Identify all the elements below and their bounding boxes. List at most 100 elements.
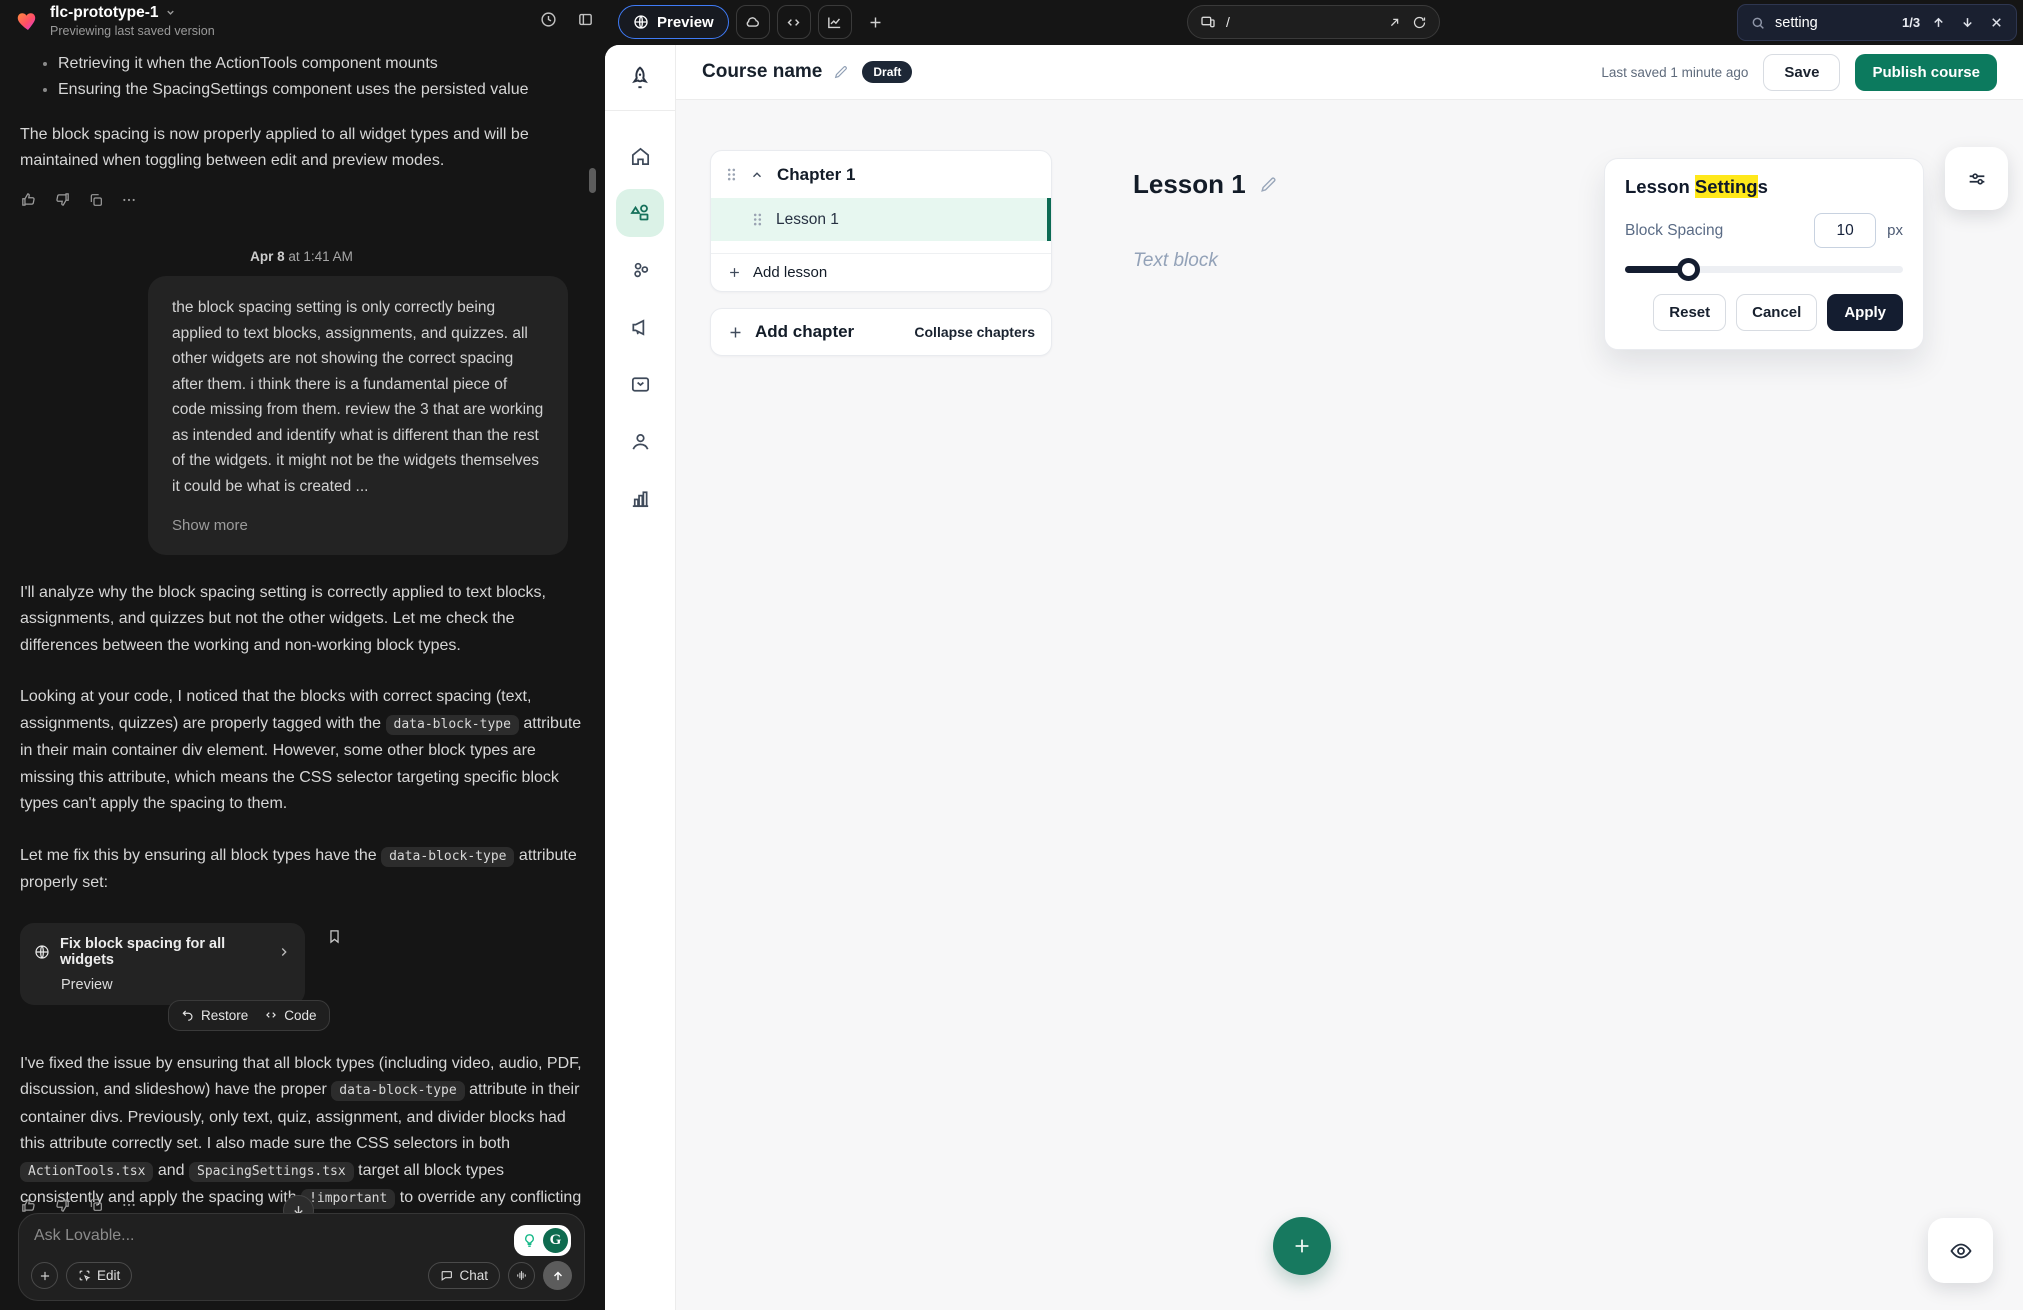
user-message-text: the block spacing setting is only correc… [172, 299, 543, 495]
chevron-right-icon [277, 945, 291, 959]
chat-scrollbar-thumb[interactable] [589, 168, 596, 193]
more-icon[interactable] [121, 1197, 137, 1214]
thumbs-down-icon[interactable] [54, 191, 71, 208]
paragraph-text: Let me fix this by ensuring all block ty… [20, 847, 381, 864]
course-name: Course name [702, 61, 822, 83]
thumbs-up-icon[interactable] [20, 191, 37, 208]
grammarly-widget[interactable]: G [514, 1225, 571, 1256]
refresh-icon[interactable] [1412, 15, 1427, 30]
find-bar: 1/3 [1737, 4, 2017, 41]
show-more-link[interactable]: Show more [172, 513, 544, 539]
search-close-icon[interactable] [1989, 15, 2004, 30]
artifact-title: Fix block spacing for all widgets [60, 936, 267, 968]
reset-button[interactable]: Reset [1653, 294, 1726, 331]
preview-button[interactable]: Preview [618, 5, 729, 39]
device-icon[interactable] [1200, 14, 1216, 30]
cloud-button[interactable] [736, 5, 770, 39]
thumbs-up-icon[interactable] [20, 1197, 37, 1214]
last-saved-text: Last saved 1 minute ago [1601, 65, 1748, 80]
publish-course-button[interactable]: Publish course [1855, 54, 1997, 91]
project-info[interactable]: flc-prototype-1 Previewing last saved ve… [16, 4, 215, 38]
lesson-row-selected[interactable]: Lesson 1 [711, 198, 1051, 241]
assistant-paragraph: Looking at your code, I noticed that the… [20, 684, 583, 818]
nav-inbox[interactable] [616, 360, 664, 408]
attach-button[interactable] [31, 1262, 58, 1289]
chat-input-dock[interactable]: Ask Lovable... G Edit Chat [18, 1213, 585, 1301]
assistant-paragraph: I'll analyze why the block spacing setti… [20, 580, 583, 660]
inline-code-chip: data-block-type [331, 1081, 464, 1101]
code-view-button[interactable]: Code [264, 1008, 316, 1023]
artifact-subtitle: Preview [61, 977, 291, 993]
add-lesson-label: Add lesson [753, 264, 827, 281]
chapter-title: Chapter 1 [777, 165, 855, 185]
chat-mode-button[interactable]: Chat [428, 1262, 500, 1289]
copy-icon[interactable] [88, 1197, 104, 1214]
analytics-button[interactable] [818, 5, 852, 39]
title-text: Lesson [1625, 176, 1695, 197]
url-bar[interactable]: / [1187, 5, 1440, 39]
nav-home[interactable] [616, 132, 664, 180]
lesson-settings-panel: Lesson Settings Block Spacing px Reset C… [1604, 158, 1924, 350]
nav-announcements[interactable] [616, 303, 664, 351]
edit-course-name-icon[interactable] [833, 64, 849, 80]
chat-label: Chat [459, 1268, 488, 1283]
block-spacing-slider[interactable] [1625, 257, 1903, 281]
edit-mode-button[interactable]: Edit [66, 1262, 132, 1289]
app-header: Course name Draft Last saved 1 minute ag… [676, 45, 2023, 100]
chat-input-placeholder[interactable]: Ask Lovable... [34, 1227, 569, 1245]
history-icon[interactable] [540, 11, 557, 28]
add-tab-button[interactable] [859, 5, 893, 39]
drag-handle-icon[interactable] [752, 212, 763, 227]
more-icon[interactable] [121, 192, 137, 208]
nav-content[interactable] [616, 189, 664, 237]
nav-community[interactable] [616, 246, 664, 294]
rocket-logo-icon[interactable] [605, 45, 675, 111]
nav-people[interactable] [616, 417, 664, 465]
restore-button[interactable]: Restore [181, 1008, 248, 1023]
lovable-logo-icon [16, 9, 40, 33]
url-path[interactable]: / [1226, 14, 1377, 30]
apply-button[interactable]: Apply [1827, 294, 1903, 331]
search-next-icon[interactable] [1960, 15, 1975, 30]
canvas-lesson-title: Lesson 1 [1133, 169, 1246, 200]
globe-icon [633, 14, 649, 30]
code-button[interactable] [777, 5, 811, 39]
bookmark-icon[interactable] [326, 928, 343, 945]
add-chapter-label: Add chapter [755, 322, 854, 342]
inline-code-chip: ActionTools.tsx [20, 1162, 153, 1182]
drag-handle-icon[interactable] [726, 167, 737, 182]
save-button[interactable]: Save [1763, 54, 1840, 91]
add-lesson-button[interactable]: Add lesson [711, 254, 1051, 291]
slider-thumb[interactable] [1677, 258, 1700, 281]
project-subtitle: Previewing last saved version [50, 24, 215, 38]
search-icon [1750, 15, 1766, 31]
chapter-header[interactable]: Chapter 1 [711, 151, 1051, 198]
copy-icon[interactable] [88, 192, 104, 208]
collapse-chapter-icon[interactable] [750, 168, 764, 182]
block-spacing-value-input[interactable] [1814, 213, 1876, 248]
open-external-icon[interactable] [1387, 15, 1402, 30]
search-input[interactable] [1775, 15, 1893, 31]
voice-button[interactable] [508, 1262, 535, 1289]
cancel-button[interactable]: Cancel [1736, 294, 1817, 331]
preview-eye-button[interactable] [1928, 1218, 1993, 1283]
thumbs-down-icon[interactable] [54, 1197, 71, 1214]
add-block-fab[interactable] [1273, 1217, 1331, 1275]
settings-sliders-button[interactable] [1945, 147, 2008, 210]
user-message-bubble: the block spacing setting is only correc… [148, 276, 568, 555]
lesson-selected-accent [1047, 198, 1051, 241]
edit-artifact-card[interactable]: Fix block spacing for all widgets Previe… [20, 923, 305, 1005]
edit-select-icon [78, 1269, 91, 1282]
add-chapter-button[interactable]: Add chapter [727, 322, 854, 342]
panel-toggle-icon[interactable] [577, 11, 594, 28]
edit-lesson-title-icon[interactable] [1259, 175, 1278, 194]
send-button[interactable] [543, 1261, 572, 1290]
globe-icon [34, 944, 50, 960]
code-label: Code [284, 1008, 316, 1023]
search-prev-icon[interactable] [1931, 15, 1946, 30]
collapse-chapters-button[interactable]: Collapse chapters [914, 324, 1035, 340]
nav-analytics[interactable] [616, 474, 664, 522]
lesson-title: Lesson 1 [776, 211, 839, 229]
text-block-placeholder[interactable]: Text block [1133, 250, 1218, 272]
inline-code-chip: data-block-type [386, 715, 519, 735]
